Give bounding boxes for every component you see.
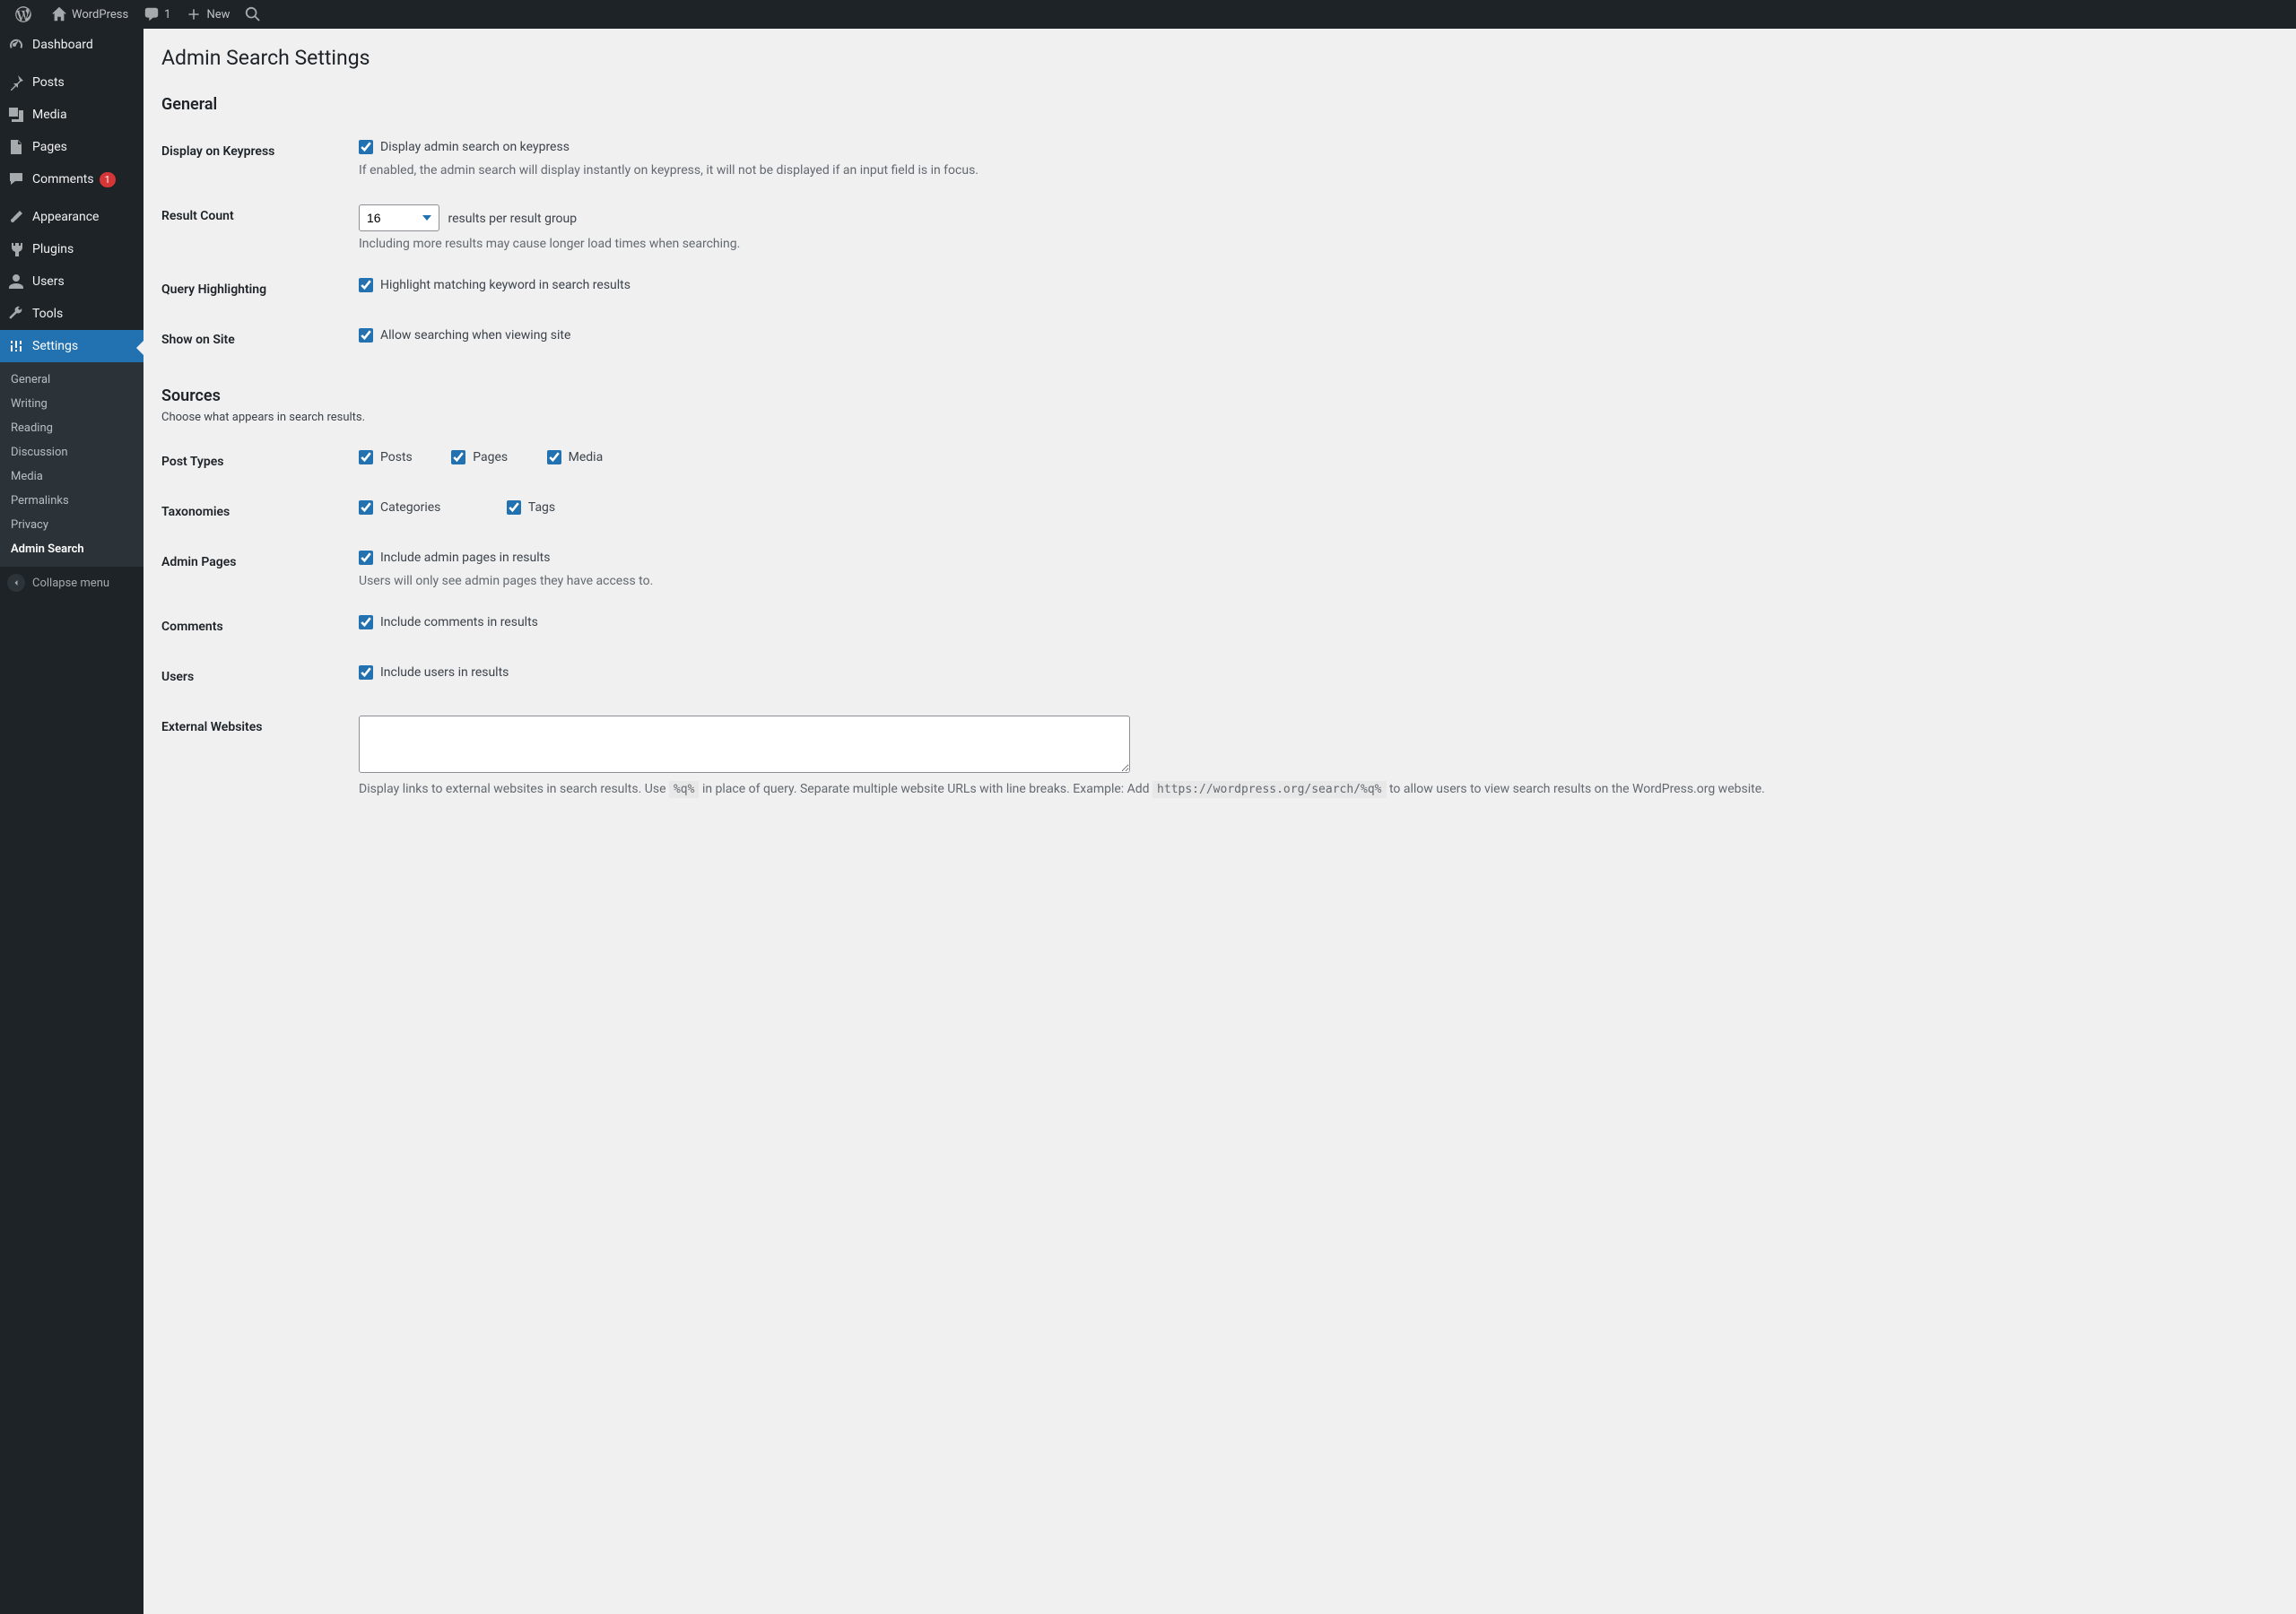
checkbox-display-on-keypress[interactable]: Display admin search on keypress bbox=[359, 140, 570, 154]
sidebar-item-label: Appearance bbox=[32, 210, 99, 224]
checkbox-posttype-pages[interactable]: Pages bbox=[451, 450, 508, 464]
sidebar-item-label: Pages bbox=[32, 140, 67, 154]
sources-subtitle: Choose what appears in search results. bbox=[161, 411, 2278, 424]
checkbox-label: Highlight matching keyword in search res… bbox=[380, 278, 631, 292]
checkbox-users[interactable]: Include users in results bbox=[359, 665, 509, 680]
sidebar-item-comments[interactable]: Comments 1 bbox=[0, 163, 144, 195]
wrench-icon bbox=[7, 305, 25, 323]
submenu-permalinks[interactable]: Permalinks bbox=[0, 489, 144, 513]
row-label-display-on-keypress: Display on Keypress bbox=[161, 126, 359, 191]
home-icon bbox=[50, 5, 68, 23]
settings-page: Admin Search Settings General Display on… bbox=[144, 29, 2296, 846]
wordpress-logo-icon bbox=[14, 5, 32, 23]
checkbox-tax-categories[interactable]: Categories bbox=[359, 500, 440, 515]
row-label-comments: Comments bbox=[161, 602, 359, 652]
submenu-media[interactable]: Media bbox=[0, 464, 144, 489]
checkbox-show-on-site-input[interactable] bbox=[359, 328, 373, 343]
checkbox-posttype-media[interactable]: Media bbox=[547, 450, 604, 464]
row-label-result-count: Result Count bbox=[161, 191, 359, 265]
example-code: https://wordpress.org/search/%q% bbox=[1152, 781, 1386, 798]
section-heading-general: General bbox=[161, 95, 2278, 114]
submenu-privacy[interactable]: Privacy bbox=[0, 513, 144, 537]
sidebar-item-tools[interactable]: Tools bbox=[0, 298, 144, 330]
comment-icon bbox=[7, 170, 25, 188]
sidebar-item-label: Users bbox=[32, 274, 65, 289]
checkbox-posttype-posts[interactable]: Posts bbox=[359, 450, 413, 464]
submenu-general[interactable]: General bbox=[0, 368, 144, 392]
sidebar-item-settings[interactable]: Settings bbox=[0, 330, 144, 362]
checkbox-admin-pages[interactable]: Include admin pages in results bbox=[359, 551, 550, 565]
comment-icon bbox=[143, 5, 161, 23]
select-result-count[interactable]: 16 bbox=[359, 204, 439, 231]
admin-sidebar: Dashboard Posts Media Pages Comments 1 A… bbox=[0, 29, 144, 1614]
comment-badge: 1 bbox=[100, 172, 116, 187]
sidebar-item-label: Tools bbox=[32, 307, 63, 321]
comments-count: 1 bbox=[164, 8, 170, 22]
section-heading-sources: Sources bbox=[161, 386, 2278, 405]
sidebar-item-pages[interactable]: Pages bbox=[0, 131, 144, 163]
checkbox-query-highlighting[interactable]: Highlight matching keyword in search res… bbox=[359, 278, 631, 292]
collapse-icon bbox=[7, 574, 25, 592]
brush-icon bbox=[7, 208, 25, 226]
sidebar-item-media[interactable]: Media bbox=[0, 99, 144, 131]
result-count-suffix: results per result group bbox=[448, 212, 577, 226]
sidebar-item-label: Dashboard bbox=[32, 38, 93, 52]
sidebar-item-plugins[interactable]: Plugins bbox=[0, 233, 144, 265]
checkbox-display-on-keypress-input[interactable] bbox=[359, 140, 373, 154]
description: Including more results may cause longer … bbox=[359, 237, 2269, 251]
comments-link[interactable]: 1 bbox=[135, 0, 178, 29]
settings-submenu: General Writing Reading Discussion Media… bbox=[0, 362, 144, 567]
dashboard-icon bbox=[7, 36, 25, 54]
collapse-label: Collapse menu bbox=[32, 577, 109, 590]
sidebar-item-label: Settings bbox=[32, 339, 78, 353]
checkbox-comments[interactable]: Include comments in results bbox=[359, 615, 538, 629]
description-external: Display links to external websites in se… bbox=[359, 782, 2269, 796]
textarea-external-websites[interactable] bbox=[359, 716, 1130, 773]
row-label-admin-pages: Admin Pages bbox=[161, 537, 359, 602]
checkbox-label: Display admin search on keypress bbox=[380, 140, 570, 154]
page-icon bbox=[7, 138, 25, 156]
plug-icon bbox=[7, 240, 25, 258]
sidebar-item-label: Media bbox=[32, 108, 67, 122]
plus-icon bbox=[185, 5, 203, 23]
new-content-link[interactable]: New bbox=[178, 0, 237, 29]
row-label-query-highlighting: Query Highlighting bbox=[161, 265, 359, 315]
sidebar-item-users[interactable]: Users bbox=[0, 265, 144, 298]
submenu-writing[interactable]: Writing bbox=[0, 392, 144, 416]
row-label-users: Users bbox=[161, 652, 359, 702]
row-label-show-on-site: Show on Site bbox=[161, 315, 359, 365]
row-label-external: External Websites bbox=[161, 702, 359, 810]
checkbox-query-highlighting-input[interactable] bbox=[359, 278, 373, 292]
search-icon bbox=[244, 5, 262, 23]
sidebar-item-appearance[interactable]: Appearance bbox=[0, 201, 144, 233]
submenu-discussion[interactable]: Discussion bbox=[0, 440, 144, 464]
collapse-menu-button[interactable]: Collapse menu bbox=[0, 567, 144, 599]
page-title: Admin Search Settings bbox=[161, 38, 2278, 74]
submenu-reading[interactable]: Reading bbox=[0, 416, 144, 440]
row-label-taxonomies: Taxonomies bbox=[161, 487, 359, 537]
description: If enabled, the admin search will displa… bbox=[359, 163, 2269, 178]
new-label: New bbox=[206, 8, 230, 22]
sidebar-item-label: Comments bbox=[32, 172, 94, 187]
media-icon bbox=[7, 106, 25, 124]
checkbox-label: Allow searching when viewing site bbox=[380, 328, 570, 343]
row-label-post-types: Post Types bbox=[161, 437, 359, 487]
sidebar-item-label: Plugins bbox=[32, 242, 74, 256]
checkbox-tax-tags[interactable]: Tags bbox=[507, 500, 555, 515]
wp-logo[interactable] bbox=[7, 0, 43, 29]
user-icon bbox=[7, 273, 25, 291]
submenu-admin-search[interactable]: Admin Search bbox=[0, 537, 144, 561]
pin-icon bbox=[7, 74, 25, 91]
sidebar-item-label: Posts bbox=[32, 75, 65, 90]
description: Users will only see admin pages they hav… bbox=[359, 574, 2269, 588]
admin-search-toggle[interactable] bbox=[237, 0, 269, 29]
token-code: %q% bbox=[669, 781, 699, 798]
site-name-link[interactable]: WordPress bbox=[43, 0, 135, 29]
sliders-icon bbox=[7, 337, 25, 355]
admin-bar: WordPress 1 New bbox=[0, 0, 2296, 29]
checkbox-show-on-site[interactable]: Allow searching when viewing site bbox=[359, 328, 570, 343]
site-name-text: WordPress bbox=[72, 8, 128, 22]
sidebar-item-dashboard[interactable]: Dashboard bbox=[0, 29, 144, 61]
sidebar-item-posts[interactable]: Posts bbox=[0, 66, 144, 99]
